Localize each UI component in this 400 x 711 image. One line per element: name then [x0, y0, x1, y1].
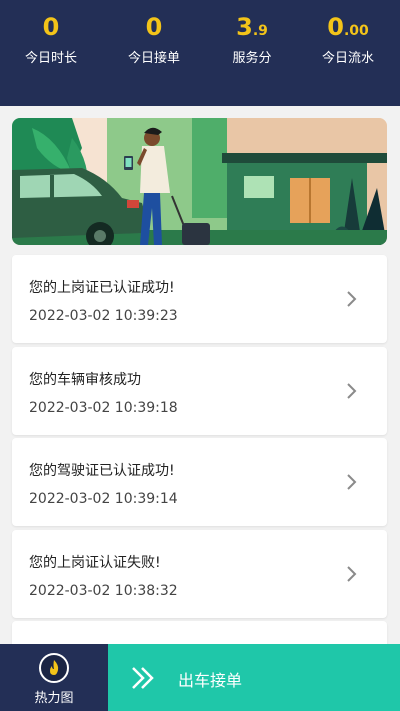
stat-label: 今日时长	[24, 51, 77, 66]
start-orders-button[interactable]: 出车接单	[108, 644, 400, 711]
message-time: 2022-03-02 10:39:23	[29, 308, 178, 324]
stat-label: 今日流水	[321, 51, 374, 66]
promo-banner[interactable]	[12, 118, 387, 245]
list-item[interactable]: 您的驾驶证已认证成功! 2022-03-02 10:39:14	[12, 438, 387, 526]
stat-today-duration: 0 今日时长	[1, 12, 101, 68]
list-item[interactable]: 您的上岗证已认证成功! 2022-03-02 10:39:23	[12, 255, 387, 343]
stat-value: 0	[42, 13, 60, 41]
chevron-right-icon	[347, 291, 357, 307]
fire-icon	[39, 653, 69, 683]
message-title: 您的车辆审核成功	[29, 372, 141, 388]
stat-label: 服务分	[232, 51, 272, 66]
chevron-right-icon	[347, 566, 357, 582]
stat-value: 0.00	[327, 13, 369, 41]
double-chevron-right-icon	[132, 667, 154, 689]
heatmap-button[interactable]: 热力图	[0, 644, 108, 711]
message-title: 您的上岗证认证失败!	[29, 555, 161, 571]
banner-illustration	[12, 118, 387, 245]
stat-service-score: 3.9 服务分	[202, 12, 302, 68]
stat-today-revenue: 0.00 今日流水	[298, 12, 398, 68]
list-item[interactable]: 您的车辆审核成功 2022-03-02 10:39:18	[12, 347, 387, 435]
heatmap-label: 热力图	[34, 691, 74, 706]
message-time: 2022-03-02 10:38:32	[29, 583, 178, 599]
stat-value: 0	[145, 13, 163, 41]
message-title: 您的驾驶证已认证成功!	[29, 463, 175, 479]
chevron-right-icon	[347, 474, 357, 490]
chevron-right-icon	[347, 383, 357, 399]
list-item[interactable]: 您的上岗证认证失败! 2022-03-02 10:38:32	[12, 530, 387, 618]
message-time: 2022-03-02 10:39:18	[29, 400, 178, 416]
start-orders-label: 出车接单	[178, 671, 243, 690]
stat-today-orders: 0 今日接单	[104, 12, 204, 68]
stat-value: 3.9	[236, 13, 268, 41]
message-time: 2022-03-02 10:39:14	[29, 491, 178, 507]
message-title: 您的上岗证已认证成功!	[29, 280, 175, 296]
stats-header: 0 今日时长 0 今日接单 3.9 服务分 0.00 今日流水	[0, 0, 400, 106]
stat-label: 今日接单	[127, 51, 180, 66]
